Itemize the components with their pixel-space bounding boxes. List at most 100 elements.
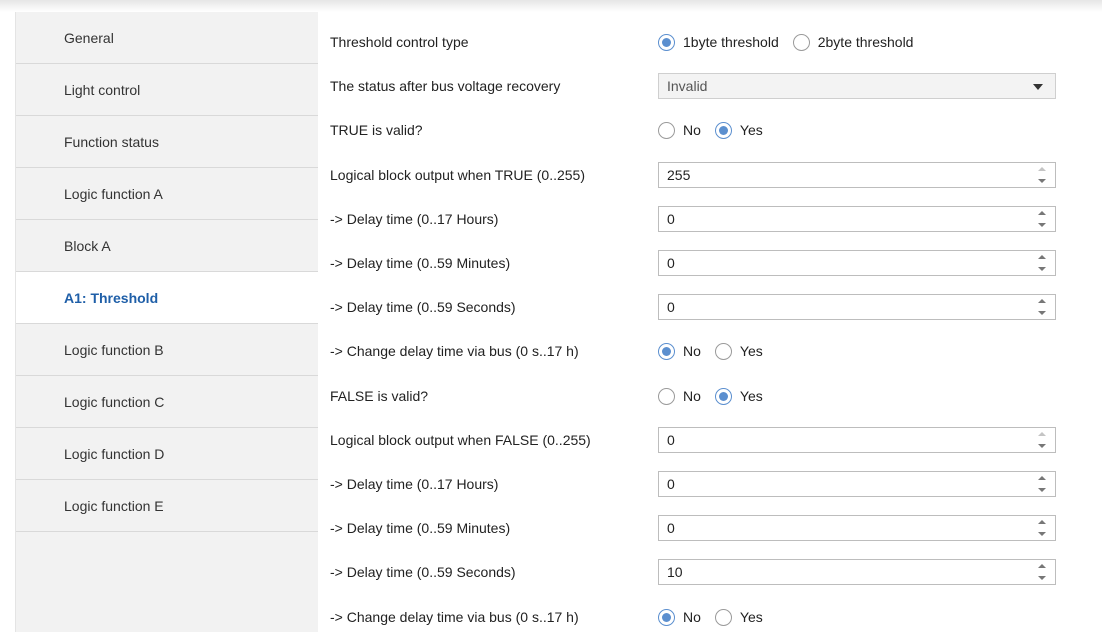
radio-checked-icon[interactable] bbox=[714, 121, 732, 139]
spin-up-icon[interactable] bbox=[1038, 299, 1046, 303]
param-label: The status after bus voltage recovery bbox=[330, 78, 561, 94]
sidebar-item-logic-function-c[interactable]: Logic function C bbox=[16, 376, 318, 428]
sidebar-item-general[interactable]: General bbox=[16, 12, 318, 64]
param-row-false-minutes: -> Delay time (0..59 Minutes) 0 bbox=[318, 506, 1102, 550]
radio-label: 1byte threshold bbox=[683, 34, 779, 50]
param-row-false-change: -> Change delay time via bus (0 s..17 h)… bbox=[318, 595, 1102, 639]
stepper-arrows bbox=[1037, 475, 1047, 493]
true-minutes-stepper[interactable]: 0 bbox=[658, 250, 1056, 276]
sidebar-item-logic-function-d[interactable]: Logic function D bbox=[16, 428, 318, 480]
sidebar-item-block-a[interactable]: Block A bbox=[16, 220, 318, 272]
radio-unchecked-icon[interactable] bbox=[658, 121, 675, 139]
radio-checked-icon[interactable] bbox=[658, 608, 675, 626]
param-row-status-recovery: The status after bus voltage recovery In… bbox=[318, 64, 1102, 108]
false-hours-stepper[interactable]: 0 bbox=[658, 471, 1056, 497]
app-window: General Light control Function status Lo… bbox=[0, 0, 1102, 632]
status-recovery-select[interactable]: Invalid bbox=[658, 73, 1056, 99]
false-seconds-ctrl: 10 bbox=[658, 550, 1056, 594]
radio-2byte-threshold[interactable]: 2byte threshold bbox=[792, 33, 913, 51]
radio-false-valid-yes[interactable]: Yes bbox=[714, 387, 763, 405]
param-row-false-output: Logical block output when FALSE (0..255)… bbox=[318, 418, 1102, 462]
radio-label: Yes bbox=[739, 388, 763, 404]
spin-down-icon[interactable] bbox=[1038, 267, 1046, 271]
spin-up-icon[interactable] bbox=[1038, 167, 1046, 171]
false-output-stepper[interactable]: 0 bbox=[658, 427, 1056, 453]
spin-down-icon[interactable] bbox=[1038, 576, 1046, 580]
radio-unchecked-icon[interactable] bbox=[714, 608, 732, 626]
select-value: Invalid bbox=[667, 78, 708, 94]
radio-false-change-no[interactable]: No bbox=[658, 608, 701, 626]
spin-up-icon[interactable] bbox=[1038, 432, 1046, 436]
radio-group-false-change: No Yes bbox=[658, 595, 777, 639]
param-row-true-seconds: -> Delay time (0..59 Seconds) 0 bbox=[318, 285, 1102, 329]
true-seconds-ctrl: 0 bbox=[658, 285, 1056, 329]
spin-down-icon[interactable] bbox=[1038, 223, 1046, 227]
true-hours-stepper[interactable]: 0 bbox=[658, 206, 1056, 232]
window-top-edge bbox=[0, 0, 1102, 12]
sidebar-item-a1-threshold[interactable]: A1: Threshold bbox=[16, 272, 319, 324]
spin-up-icon[interactable] bbox=[1038, 520, 1046, 524]
stepper-value: 255 bbox=[667, 167, 691, 183]
stepper-arrows bbox=[1037, 210, 1047, 228]
param-row-true-valid: TRUE is valid? No Yes bbox=[318, 108, 1102, 152]
spin-down-icon[interactable] bbox=[1038, 488, 1046, 492]
false-seconds-stepper[interactable]: 10 bbox=[658, 559, 1056, 585]
radio-label: No bbox=[683, 609, 701, 625]
false-hours-ctrl: 0 bbox=[658, 462, 1056, 506]
radio-unchecked-icon[interactable] bbox=[792, 33, 810, 51]
radio-unchecked-icon[interactable] bbox=[714, 342, 732, 360]
radio-label: No bbox=[683, 388, 701, 404]
radio-group-true-valid: No Yes bbox=[658, 108, 777, 152]
param-row-true-change: -> Change delay time via bus (0 s..17 h)… bbox=[318, 329, 1102, 373]
sidebar-item-logic-function-e[interactable]: Logic function E bbox=[16, 480, 318, 532]
sidebar-item-logic-function-b[interactable]: Logic function B bbox=[16, 324, 318, 376]
true-output-stepper[interactable]: 255 bbox=[658, 162, 1056, 188]
spin-down-icon[interactable] bbox=[1038, 179, 1046, 183]
param-row-true-output: Logical block output when TRUE (0..255) … bbox=[318, 153, 1102, 197]
param-label: -> Delay time (0..17 Hours) bbox=[330, 476, 499, 492]
stepper-value: 10 bbox=[667, 564, 683, 580]
radio-label: Yes bbox=[739, 609, 763, 625]
param-label: -> Change delay time via bus (0 s..17 h) bbox=[330, 343, 579, 359]
stepper-value: 0 bbox=[667, 520, 675, 536]
spin-up-icon[interactable] bbox=[1038, 255, 1046, 259]
spin-down-icon[interactable] bbox=[1038, 532, 1046, 536]
stepper-arrows bbox=[1037, 166, 1047, 184]
radio-checked-icon[interactable] bbox=[658, 33, 675, 51]
param-row-false-valid: FALSE is valid? No Yes bbox=[318, 374, 1102, 418]
spin-up-icon[interactable] bbox=[1038, 564, 1046, 568]
param-row-threshold-type: Threshold control type 1byte threshold 2… bbox=[318, 20, 1102, 64]
param-row-false-seconds: -> Delay time (0..59 Seconds) 10 bbox=[318, 550, 1102, 594]
param-label: Logical block output when TRUE (0..255) bbox=[330, 167, 585, 183]
radio-true-valid-yes[interactable]: Yes bbox=[714, 121, 763, 139]
chevron-down-icon[interactable] bbox=[1033, 84, 1043, 90]
radio-true-change-yes[interactable]: Yes bbox=[714, 342, 763, 360]
stepper-arrows bbox=[1037, 563, 1047, 581]
false-minutes-ctrl: 0 bbox=[658, 506, 1056, 550]
radio-label: Yes bbox=[739, 343, 763, 359]
spin-down-icon[interactable] bbox=[1038, 444, 1046, 448]
radio-label: No bbox=[683, 122, 701, 138]
sidebar-item-logic-function-a[interactable]: Logic function A bbox=[16, 168, 318, 220]
param-label: Logical block output when FALSE (0..255) bbox=[330, 432, 591, 448]
true-seconds-stepper[interactable]: 0 bbox=[658, 294, 1056, 320]
radio-false-valid-no[interactable]: No bbox=[658, 387, 701, 405]
stepper-value: 0 bbox=[667, 255, 675, 271]
radio-true-valid-no[interactable]: No bbox=[658, 121, 701, 139]
radio-checked-icon[interactable] bbox=[658, 342, 675, 360]
param-row-true-minutes: -> Delay time (0..59 Minutes) 0 bbox=[318, 241, 1102, 285]
spin-up-icon[interactable] bbox=[1038, 476, 1046, 480]
radio-1byte-threshold[interactable]: 1byte threshold bbox=[658, 33, 779, 51]
spin-up-icon[interactable] bbox=[1038, 211, 1046, 215]
radio-unchecked-icon[interactable] bbox=[658, 387, 675, 405]
sidebar-item-light-control[interactable]: Light control bbox=[16, 64, 318, 116]
radio-checked-icon[interactable] bbox=[714, 387, 732, 405]
parameter-panel: Threshold control type 1byte threshold 2… bbox=[318, 12, 1102, 632]
radio-true-change-no[interactable]: No bbox=[658, 342, 701, 360]
stepper-arrows bbox=[1037, 254, 1047, 272]
false-minutes-stepper[interactable]: 0 bbox=[658, 515, 1056, 541]
param-row-false-hours: -> Delay time (0..17 Hours) 0 bbox=[318, 462, 1102, 506]
radio-false-change-yes[interactable]: Yes bbox=[714, 608, 763, 626]
spin-down-icon[interactable] bbox=[1038, 311, 1046, 315]
sidebar-item-function-status[interactable]: Function status bbox=[16, 116, 318, 168]
